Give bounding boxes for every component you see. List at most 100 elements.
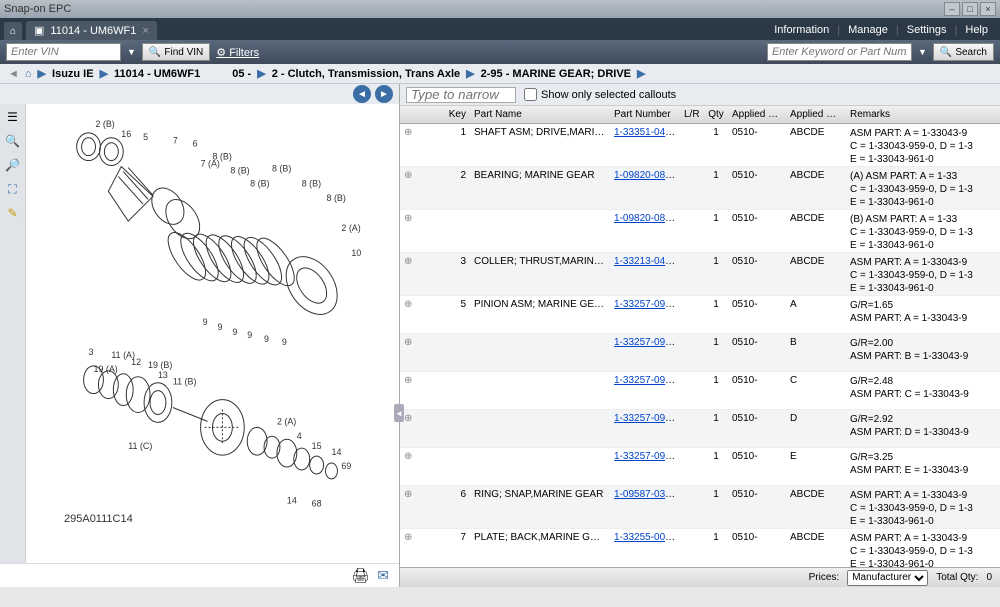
part-number-link[interactable]: 1-33255-007-0 bbox=[614, 532, 680, 543]
window-controls: – □ × bbox=[944, 2, 996, 16]
splitter-handle[interactable]: ◄ bbox=[394, 404, 404, 422]
cell-model: E bbox=[786, 451, 846, 462]
table-row[interactable]: ⊕1-33257-096-010510-BG/R=2.00ASM PART: B… bbox=[400, 334, 1000, 372]
svg-text:13: 13 bbox=[158, 370, 168, 380]
prices-select[interactable]: Manufacturer bbox=[847, 570, 928, 586]
cell-name: PLATE; BACK,MARINE GEAR bbox=[470, 532, 610, 543]
svg-text:2 (B): 2 (B) bbox=[95, 119, 114, 129]
col-model[interactable]: Applied Model bbox=[786, 109, 846, 120]
close-button[interactable]: × bbox=[980, 2, 996, 16]
part-number-link[interactable]: 1-33257-097-0 bbox=[614, 375, 680, 386]
cell-qty: 1 bbox=[704, 127, 728, 138]
part-number-link[interactable]: 1-09587-034-0 bbox=[614, 489, 680, 500]
menu-settings[interactable]: Settings bbox=[907, 24, 947, 36]
cell-qty: 1 bbox=[704, 213, 728, 224]
cell-qty: 1 bbox=[704, 489, 728, 500]
table-row[interactable]: ⊕1-33257-098-010510-DG/R=2.92ASM PART: D… bbox=[400, 410, 1000, 448]
fit-icon[interactable]: ⛶ bbox=[4, 180, 22, 198]
next-diagram-button[interactable]: ► bbox=[375, 85, 393, 103]
table-row[interactable]: ⊕1-33257-099-010510-EG/R=3.25ASM PART: E… bbox=[400, 448, 1000, 486]
expand-icon[interactable]: ⊕ bbox=[404, 375, 412, 386]
part-number-link[interactable]: 1-33257-099-0 bbox=[614, 451, 680, 462]
expand-icon[interactable]: ⊕ bbox=[404, 170, 412, 181]
col-pn[interactable]: Part Number bbox=[610, 109, 680, 120]
table-row[interactable]: ⊕3COLLER; THRUST,MARINE GEAR1-33213-048-… bbox=[400, 253, 1000, 296]
back-icon[interactable]: ◄ bbox=[8, 68, 19, 80]
expand-icon[interactable]: ⊕ bbox=[404, 337, 412, 348]
document-tab[interactable]: ▣ 11014 - UM6WF1 × bbox=[26, 21, 157, 40]
highlight-icon[interactable]: ✎ bbox=[4, 204, 22, 222]
expand-icon[interactable]: ⊕ bbox=[404, 213, 412, 224]
svg-text:9: 9 bbox=[247, 330, 252, 340]
expand-icon[interactable]: ⊕ bbox=[404, 299, 412, 310]
expand-icon[interactable]: ⊕ bbox=[404, 451, 412, 462]
cell-qty: 1 bbox=[704, 375, 728, 386]
keyword-input[interactable] bbox=[767, 43, 912, 61]
table-row[interactable]: ⊕5PINION ASM; MARINE GEAR1-33257-095-010… bbox=[400, 296, 1000, 334]
dropdown-icon[interactable]: ▼ bbox=[127, 47, 136, 57]
diagram-area[interactable]: 2 (B)165 767 (A) 8 (B)8 (B)8 (B) 8 (B)8 … bbox=[26, 104, 399, 563]
minimize-button[interactable]: – bbox=[944, 2, 960, 16]
show-selected-checkbox[interactable]: Show only selected callouts bbox=[524, 88, 676, 101]
crumb-brand[interactable]: Isuzu IE bbox=[52, 68, 94, 80]
cell-remarks: ASM PART: A = 1-33043-9C = 1-33043-959-0… bbox=[846, 532, 1000, 567]
zoom-in-icon[interactable]: 🔍 bbox=[4, 132, 22, 150]
part-number-link[interactable]: 1-09820-089-0 bbox=[614, 213, 680, 224]
menu-manage[interactable]: Manage bbox=[848, 24, 888, 36]
svg-text:8 (B): 8 (B) bbox=[213, 152, 232, 162]
part-number-link[interactable]: 1-33257-096-0 bbox=[614, 337, 680, 348]
crumb-vehicle[interactable]: 11014 - UM6WF1 bbox=[114, 68, 200, 80]
col-date[interactable]: Applied Date bbox=[728, 109, 786, 120]
narrow-input[interactable] bbox=[406, 87, 516, 103]
cell-remarks: ASM PART: A = 1-33043-9C = 1-33043-959-0… bbox=[846, 489, 1000, 528]
search-button[interactable]: 🔍 Search bbox=[933, 43, 994, 61]
menu-information[interactable]: Information bbox=[774, 24, 829, 36]
part-number-link[interactable]: 1-33257-098-0 bbox=[614, 413, 680, 424]
part-number-link[interactable]: 1-33257-095-0 bbox=[614, 299, 680, 310]
table-row[interactable]: ⊕1-33257-097-010510-CG/R=2.48ASM PART: C… bbox=[400, 372, 1000, 410]
col-name[interactable]: Part Name bbox=[470, 109, 610, 120]
cell-name: BEARING; MARINE GEAR bbox=[470, 170, 610, 181]
col-lr[interactable]: L/R bbox=[680, 109, 704, 120]
col-qty[interactable]: Qty bbox=[704, 109, 728, 120]
table-row[interactable]: ⊕2BEARING; MARINE GEAR1-09820-088-010510… bbox=[400, 167, 1000, 210]
maximize-button[interactable]: □ bbox=[962, 2, 978, 16]
find-vin-button[interactable]: 🔍 Find VIN bbox=[142, 43, 210, 61]
part-number-link[interactable]: 1-33351-041-0 bbox=[614, 127, 680, 138]
part-number-link[interactable]: 1-33213-048-0 bbox=[614, 256, 680, 267]
tab-close-icon[interactable]: × bbox=[142, 25, 148, 37]
expand-icon[interactable]: ⊕ bbox=[404, 532, 412, 543]
home-icon[interactable]: ⌂ bbox=[25, 68, 32, 80]
dropdown-icon[interactable]: ▼ bbox=[918, 47, 927, 57]
svg-text:9: 9 bbox=[203, 317, 208, 327]
table-row[interactable]: ⊕1SHAFT ASM; DRIVE,MARINE GEAR1-33351-04… bbox=[400, 124, 1000, 167]
table-row[interactable]: ⊕7PLATE; BACK,MARINE GEAR1-33255-007-010… bbox=[400, 529, 1000, 567]
breadcrumb: ◄ ⌂ ▶ Isuzu IE ▶ 11014 - UM6WF1 05 - ▶ 2… bbox=[0, 64, 1000, 84]
expand-icon[interactable]: ⊕ bbox=[404, 256, 412, 267]
col-remarks[interactable]: Remarks bbox=[846, 109, 1000, 120]
diagram-nav: ◄ ► bbox=[0, 84, 399, 104]
cell-name: SHAFT ASM; DRIVE,MARINE GEAR bbox=[470, 127, 610, 138]
home-tab-icon[interactable]: ⌂ bbox=[4, 22, 22, 40]
crumb-section[interactable]: 05 - bbox=[232, 68, 251, 80]
crumb-group[interactable]: 2 - Clutch, Transmission, Trans Axle bbox=[272, 68, 460, 80]
tree-icon[interactable]: ☰ bbox=[4, 108, 22, 126]
table-row[interactable]: ⊕1-09820-089-010510-ABCDE(B) ASM PART: A… bbox=[400, 210, 1000, 253]
zoom-out-icon[interactable]: 🔎 bbox=[4, 156, 22, 174]
prev-diagram-button[interactable]: ◄ bbox=[353, 85, 371, 103]
col-key[interactable]: Key bbox=[420, 109, 470, 120]
table-row[interactable]: ⊕6RING; SNAP,MARINE GEAR1-09587-034-0105… bbox=[400, 486, 1000, 529]
part-number-link[interactable]: 1-09820-088-0 bbox=[614, 170, 680, 181]
vin-input[interactable] bbox=[6, 43, 121, 61]
expand-icon[interactable]: ⊕ bbox=[404, 413, 412, 424]
filters-link[interactable]: ⚙ Filters bbox=[216, 46, 259, 59]
expand-icon[interactable]: ⊕ bbox=[404, 127, 412, 138]
cell-date: 0510- bbox=[728, 213, 786, 224]
table-body[interactable]: ⊕1SHAFT ASM; DRIVE,MARINE GEAR1-33351-04… bbox=[400, 124, 1000, 567]
expand-icon[interactable]: ⊕ bbox=[404, 489, 412, 500]
print-icon[interactable]: 🖨 bbox=[351, 567, 369, 584]
cell-key: 1 bbox=[420, 127, 470, 138]
menu-help[interactable]: Help bbox=[965, 24, 988, 36]
email-icon[interactable]: ✉ bbox=[377, 567, 389, 584]
crumb-diagram[interactable]: 2-95 - MARINE GEAR; DRIVE bbox=[481, 68, 631, 80]
